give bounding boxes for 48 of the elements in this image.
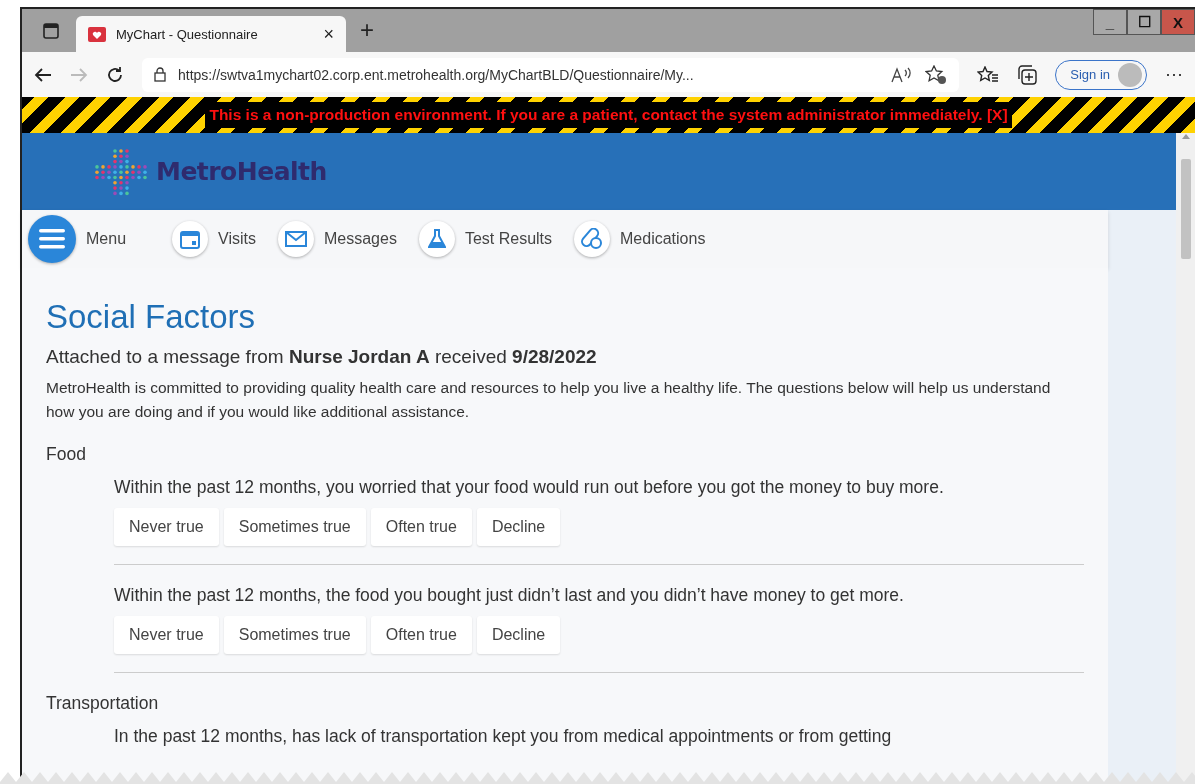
nav-link[interactable]: Messages (277, 221, 397, 257)
answer-button[interactable]: Often true (370, 508, 472, 546)
address-bar[interactable]: https://swtva1mychart02.corp.ent.metrohealth.org/MyChartBLD/Questionnaire/My... (142, 57, 960, 92)
envelope-icon (284, 231, 307, 247)
avatar-icon (1118, 62, 1142, 87)
scrollbar-thumb[interactable] (1180, 159, 1191, 259)
maximize-button[interactable]: ☐ (1127, 9, 1161, 35)
banner-text[interactable]: This is a non-production environment. If you are a patient, contact the system administrator immediately. [X] (205, 102, 1012, 128)
calendar-icon (180, 229, 201, 249)
tab-title: MyChart - Questionnaire (116, 26, 259, 42)
intro-text: MetroHealth is committed to providing quality health care and resources to help you live a healthy life. The questions below will help us understand how you are doing and if you would like additional assistance. (46, 378, 1052, 422)
menu-icon (39, 228, 65, 250)
new-tab-button[interactable]: + (360, 16, 374, 44)
question-text: Within the past 12 months, you worried that your food would run out before you got the money to buy more. (114, 477, 945, 498)
read-aloud-icon[interactable] (891, 66, 914, 83)
pills-icon (581, 228, 604, 250)
answer-button[interactable]: Sometimes true (223, 616, 366, 654)
close-tab-button[interactable]: × (323, 23, 334, 45)
refresh-icon[interactable] (106, 65, 124, 84)
back-icon[interactable] (34, 66, 52, 83)
answer-button[interactable]: Never true (114, 508, 219, 546)
close-button[interactable]: X (1161, 9, 1195, 35)
collections-icon[interactable] (1017, 64, 1038, 85)
nav-link[interactable]: Visits (172, 221, 256, 257)
page-title: Social Factors (46, 298, 257, 336)
answer-button[interactable]: Often true (370, 616, 472, 654)
logo-icon (94, 147, 148, 196)
subtitle: Attached to a message from Nurse Jordan A received 9/28/2022 (46, 346, 598, 368)
minimize-button[interactable]: _ (1093, 9, 1127, 35)
nav-link[interactable]: Menu (28, 215, 127, 263)
nav-link[interactable]: Medications (574, 221, 706, 257)
more-button[interactable]: ··· (1165, 64, 1183, 85)
lock-icon (154, 67, 166, 82)
flask-icon (427, 229, 446, 249)
sidebar-icon[interactable] (43, 23, 59, 39)
star-add-icon[interactable] (925, 64, 948, 85)
section-heading: Transportation (46, 693, 160, 714)
logo-text: MetroHealth (156, 157, 327, 186)
answer-button[interactable]: Decline (476, 508, 561, 546)
question-text: Within the past 12 months, the food you bought just didn’t last and you didn’t have money to get more. (114, 585, 905, 606)
question-text: In the past 12 months, has lack of transportation kept you from medical appointments or from getting (114, 726, 893, 747)
answer-button[interactable]: Sometimes true (223, 508, 366, 546)
favorites-icon[interactable] (977, 65, 1000, 84)
answer-button[interactable]: Never true (114, 616, 219, 654)
answer-button[interactable]: Decline (476, 616, 561, 654)
section-heading: Food (46, 444, 87, 465)
nav-link[interactable]: Test Results (418, 221, 553, 257)
browser-tab[interactable]: MyChart - Questionnaire × (76, 16, 346, 52)
